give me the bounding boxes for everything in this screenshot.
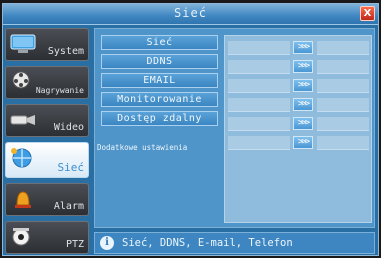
- grid-cell: [317, 136, 369, 150]
- grid-cell: [228, 117, 290, 131]
- arrow-icon[interactable]: >>>: [293, 117, 313, 130]
- sidebar-item-label: Alarm: [53, 201, 84, 212]
- grid-cell: [228, 79, 290, 93]
- grid-cell: [228, 60, 290, 74]
- sidebar-item-nagrywanie[interactable]: Nagrywanie: [5, 66, 89, 99]
- arrow-icon[interactable]: >>>: [293, 136, 313, 149]
- network-icon: [11, 148, 32, 168]
- grid-cell: [317, 60, 369, 74]
- sidebar-item-label: System: [47, 46, 84, 57]
- sidebar: System Nagrywanie Wideo Sieć Alarm PTZ: [5, 28, 89, 254]
- menu-button-siec[interactable]: Sieć: [101, 35, 218, 50]
- sidebar-item-ptz[interactable]: PTZ: [5, 221, 89, 254]
- status-bar: i Sieć, DDNS, E-mail, Telefon: [94, 232, 375, 254]
- menu-item-dodatkowe-ustawienia[interactable]: Dodatkowe ustawienia: [97, 143, 225, 152]
- sidebar-item-alarm[interactable]: Alarm: [5, 183, 89, 216]
- grid-cell: [228, 41, 290, 55]
- menu-button-ddns[interactable]: DDNS: [101, 54, 218, 69]
- arrow-icon[interactable]: >>>: [293, 60, 313, 73]
- sidebar-item-label: Sieć: [57, 161, 85, 174]
- grid-row: >>>: [225, 78, 371, 93]
- menu-button-email[interactable]: EMAIL: [101, 73, 218, 88]
- settings-window: Sieć X System Nagrywanie Wideo Sieć Alar…: [2, 3, 379, 256]
- grid-cell: [317, 117, 369, 131]
- menu-button-monitorowanie[interactable]: Monitorowanie: [101, 92, 218, 107]
- arrow-icon[interactable]: >>>: [293, 79, 313, 92]
- sidebar-item-label: PTZ: [65, 239, 84, 250]
- film-reel-icon: [12, 71, 30, 89]
- title-bar: Sieć X: [3, 4, 378, 25]
- sidebar-item-system[interactable]: System: [5, 28, 89, 61]
- grid-row: >>>: [225, 40, 371, 55]
- sidebar-item-siec[interactable]: Sieć: [5, 142, 89, 178]
- close-button[interactable]: X: [360, 6, 375, 21]
- grid-cell: [228, 98, 290, 112]
- ptz-camera-icon: [12, 228, 30, 246]
- grid-cell: [317, 98, 369, 112]
- camera-icon: [10, 115, 35, 125]
- info-icon: i: [100, 236, 114, 250]
- grid-cell: [228, 136, 290, 150]
- menu-button-dostep-zdalny[interactable]: Dostęp zdalny: [101, 111, 218, 126]
- grid-row: >>>: [225, 116, 371, 131]
- settings-grid: >>> >>> >>> >>> >>> >>>: [224, 35, 372, 223]
- grid-cell: [317, 79, 369, 93]
- arrow-icon[interactable]: >>>: [293, 41, 313, 54]
- alarm-bell-icon: [15, 191, 31, 208]
- settings-panel: Sieć DDNS EMAIL Monitorowanie Dostęp zda…: [94, 28, 375, 228]
- grid-row: >>>: [225, 97, 371, 112]
- monitor-icon: [10, 34, 36, 53]
- grid-row: >>>: [225, 59, 371, 74]
- arrow-icon[interactable]: >>>: [293, 98, 313, 111]
- window-title: Sieć: [174, 6, 207, 20]
- grid-row: >>>: [225, 135, 371, 150]
- sidebar-item-wideo[interactable]: Wideo: [5, 104, 89, 137]
- sidebar-item-label: Wideo: [53, 122, 84, 133]
- status-text: Sieć, DDNS, E-mail, Telefon: [122, 237, 293, 249]
- sidebar-item-label: Nagrywanie: [35, 86, 84, 95]
- grid-cell: [317, 41, 369, 55]
